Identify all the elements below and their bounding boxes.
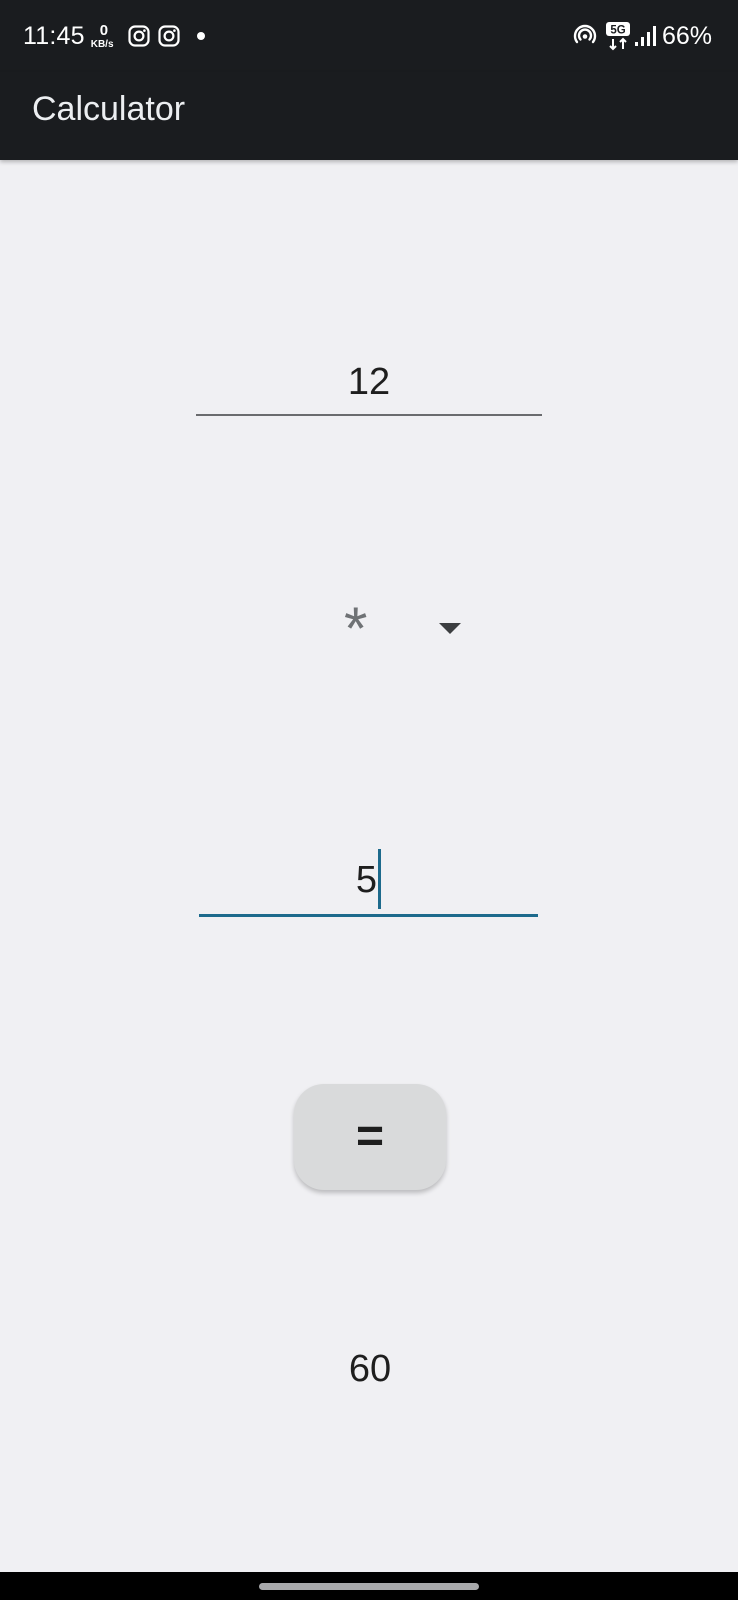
net-speed-indicator: 0 KB/s — [91, 21, 121, 51]
status-right-group: 5G 66% — [572, 18, 712, 54]
first-operand-value: 12 — [347, 361, 391, 403]
equals-button-label: = — [355, 1110, 385, 1163]
instagram-icon — [128, 25, 150, 47]
dropdown-arrow-icon — [439, 623, 461, 634]
status-left-group: 11:45 0 KB/s — [23, 18, 205, 54]
battery-percent: 66% — [661, 21, 712, 50]
signal-icon — [634, 26, 656, 46]
hotspot-icon — [573, 24, 597, 44]
second-operand-input[interactable]: 5 — [199, 846, 538, 917]
app-title: Calculator — [32, 90, 186, 128]
second-operand-value: 5 — [355, 859, 378, 901]
network-type-label: 5G — [610, 25, 625, 37]
operator-dropdown[interactable]: * — [344, 596, 474, 662]
first-operand-input[interactable]: 12 — [196, 356, 542, 416]
navigation-bar — [0, 1572, 738, 1600]
operator-value: * — [344, 595, 368, 662]
net-speed-value: 0 — [99, 22, 109, 39]
text-cursor — [378, 848, 382, 909]
status-time: 11:45 — [23, 21, 85, 50]
home-gesture-handle[interactable] — [259, 1583, 479, 1590]
instagram-icon — [158, 25, 180, 47]
5g-data-icon: 5G — [605, 22, 630, 51]
status-bar: 11:45 0 KB/s 5G 66% — [0, 0, 738, 72]
notification-dot — [196, 32, 205, 40]
app-bar: Calculator — [0, 72, 738, 160]
equals-button[interactable]: = — [294, 1084, 446, 1190]
net-speed-unit: KB/s — [90, 39, 114, 50]
result-text: 60 — [348, 1348, 392, 1390]
